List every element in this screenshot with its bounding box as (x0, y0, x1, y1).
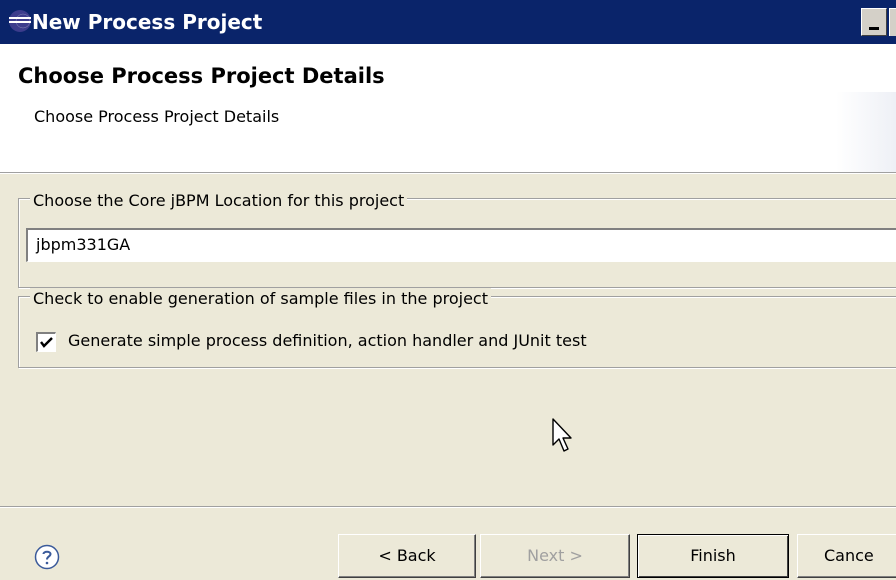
generate-samples-checkbox[interactable] (36, 332, 56, 352)
maximize-button[interactable] (889, 8, 896, 36)
finish-button[interactable]: Finish (637, 534, 789, 578)
page-title: Choose Process Project Details (18, 64, 385, 88)
next-button[interactable]: Next > (480, 534, 630, 578)
jbpm-location-field[interactable]: jbpm331GA (26, 228, 896, 262)
generate-samples-label[interactable]: Generate simple process definition, acti… (68, 330, 587, 352)
footer-separator (0, 506, 896, 508)
banner-image (836, 92, 896, 172)
mouse-cursor-icon (552, 418, 572, 452)
eclipse-icon (9, 10, 31, 32)
sample-files-legend: Check to enable generation of sample fil… (30, 288, 491, 310)
minimize-button[interactable] (861, 8, 887, 36)
page-description: Choose Process Project Details (34, 107, 280, 126)
title-bar: New Process Project (0, 0, 896, 44)
window-title: New Process Project (32, 10, 263, 34)
help-icon[interactable] (34, 544, 60, 570)
wizard-banner: Choose Process Project Details Choose Pr… (0, 44, 896, 172)
checkmark-icon (40, 337, 53, 348)
cancel-button[interactable]: Cance (797, 534, 896, 578)
banner-separator (0, 172, 896, 174)
jbpm-location-legend: Choose the Core jBPM Location for this p… (30, 190, 408, 212)
back-button[interactable]: < Back (338, 534, 476, 578)
minimize-icon (869, 27, 879, 30)
